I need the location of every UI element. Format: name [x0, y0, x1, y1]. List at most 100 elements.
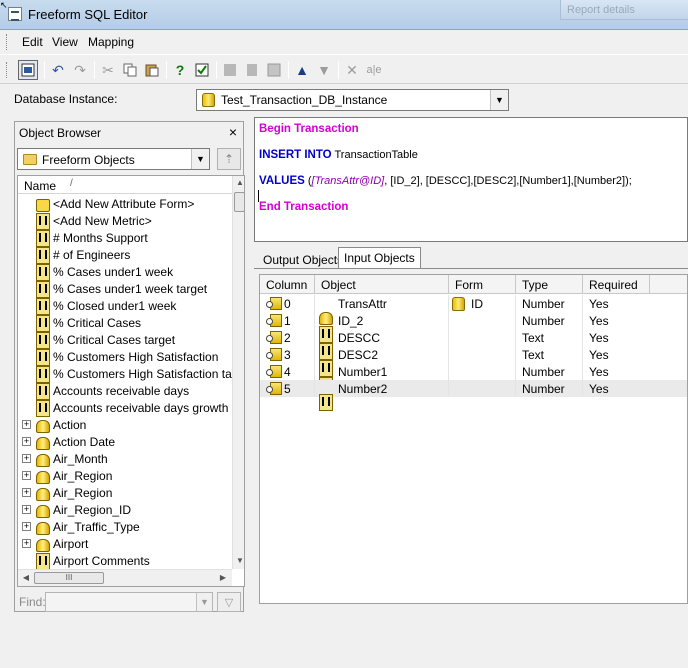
toolbar-separator	[166, 61, 167, 79]
list-item[interactable]: + Action	[18, 416, 232, 433]
list-item[interactable]: Airport Comments	[18, 552, 232, 570]
horizontal-scrollbar[interactable]: ◀ III ▶	[18, 569, 232, 586]
list-item[interactable]: % Critical Cases target	[18, 331, 232, 349]
paste-icon[interactable]	[142, 60, 162, 80]
expand-icon[interactable]: +	[22, 471, 31, 480]
list-item[interactable]: # Months Support	[18, 229, 232, 247]
scroll-up-icon[interactable]: ▲	[233, 178, 244, 187]
list-item[interactable]: # of Engineers	[18, 246, 232, 264]
menu-edit[interactable]: Edit	[22, 35, 43, 49]
column-index: 4	[284, 365, 291, 379]
list-item[interactable]: % Customers High Satisfaction	[18, 348, 232, 366]
form-header[interactable]: Form	[449, 275, 516, 294]
metric-icon	[35, 247, 50, 264]
chevron-down-icon[interactable]: ▼	[191, 149, 209, 169]
table-row[interactable]: 2 DESCC Text Yes	[260, 329, 687, 360]
folder-select-value: Freeform Objects	[42, 153, 135, 167]
expand-icon[interactable]: +	[22, 454, 31, 463]
move-up-icon[interactable]: ▲	[292, 60, 312, 80]
type-cell: Number	[522, 382, 565, 396]
list-item[interactable]: % Customers High Satisfaction ta	[18, 365, 232, 383]
list-item[interactable]: + Air_Traffic_Type	[18, 518, 232, 535]
list-item[interactable]: Accounts receivable days	[18, 382, 232, 400]
database-instance-value: Test_Transaction_DB_Instance	[221, 93, 388, 107]
table-row[interactable]: 0 TransAttr ID Number Yes	[260, 295, 687, 325]
list-item[interactable]: + Air_Month	[18, 450, 232, 467]
chevron-down-icon[interactable]: ▼	[196, 593, 212, 611]
table-row[interactable]: 3 DESC2 Text Yes	[260, 346, 687, 377]
toolbar-separator	[44, 61, 45, 79]
insert-page-icon[interactable]	[242, 60, 262, 80]
cell-divider	[515, 380, 516, 397]
list-item[interactable]: % Closed under1 week	[18, 297, 232, 315]
rename-icon[interactable]: a|e	[364, 60, 384, 80]
list-item-label: Airport Comments	[53, 554, 150, 568]
scroll-right-icon[interactable]: ▶	[216, 573, 230, 582]
help-icon[interactable]: ?	[170, 60, 190, 80]
expand-icon[interactable]: +	[22, 522, 31, 531]
window-title: Freeform SQL Editor	[28, 7, 148, 22]
list-item[interactable]: <Add New Metric>	[18, 212, 232, 230]
list-item[interactable]: % Critical Cases	[18, 314, 232, 332]
database-icon	[202, 93, 215, 107]
table-row[interactable]: 5 Number2 Number Yes	[260, 380, 687, 411]
sql-end-transaction: End Transaction	[259, 201, 349, 213]
cell-divider	[582, 312, 583, 329]
copy-icon[interactable]	[120, 60, 140, 80]
scroll-down-icon[interactable]: ▼	[233, 556, 244, 565]
expand-icon[interactable]: +	[22, 505, 31, 514]
menu-view[interactable]: View	[52, 35, 78, 49]
list-item[interactable]: + Action Date	[18, 433, 232, 450]
folder-up-icon[interactable]: ⇡	[217, 148, 241, 170]
name-column-header[interactable]: Name	[24, 179, 56, 193]
close-icon[interactable]: ×	[229, 124, 237, 140]
cell-divider	[448, 363, 449, 380]
type-header[interactable]: Type	[516, 275, 583, 294]
required-header[interactable]: Required	[583, 275, 650, 294]
expand-icon[interactable]: +	[22, 539, 31, 548]
column-header[interactable]: Column	[260, 275, 315, 294]
table-row[interactable]: 1 ID_2 Number Yes	[260, 312, 687, 343]
vertical-scrollbar[interactable]: ▲ ▼	[232, 176, 244, 569]
list-item[interactable]: + Air_Region	[18, 484, 232, 501]
undo-icon[interactable]: ↶	[48, 60, 68, 80]
filter-icon[interactable]: ▽	[217, 592, 241, 612]
input-objects-grid: Column Object Form Type Required 0 TransA…	[259, 274, 688, 604]
chevron-down-icon[interactable]: ▼	[490, 90, 508, 110]
list-item[interactable]: + Air_Region_ID	[18, 501, 232, 518]
list-item[interactable]: % Cases under1 week	[18, 263, 232, 281]
list-item[interactable]: Accounts receivable days growth	[18, 399, 232, 417]
list-item[interactable]: % Cases under1 week target	[18, 280, 232, 298]
cell-divider	[314, 363, 315, 380]
database-instance-label: Database Instance:	[14, 92, 118, 106]
scroll-left-icon[interactable]: ◀	[19, 573, 33, 582]
expand-icon[interactable]: +	[22, 488, 31, 497]
insert-icon[interactable]	[220, 60, 240, 80]
print-preview-icon[interactable]	[18, 60, 38, 80]
menu-mapping[interactable]: Mapping	[88, 35, 134, 49]
tab-input-objects[interactable]: Input Objects	[338, 247, 421, 269]
background-window-title: Report details	[560, 0, 688, 20]
folder-select[interactable]: Freeform Objects ▼	[17, 148, 210, 170]
find-input[interactable]: ▼	[45, 592, 213, 612]
delete-icon[interactable]: ✕	[342, 60, 362, 80]
database-instance-select[interactable]: Test_Transaction_DB_Instance ▼	[196, 89, 509, 111]
validate-icon[interactable]	[192, 60, 212, 80]
scrollbar-thumb[interactable]: III	[34, 572, 104, 584]
tab-output-objects[interactable]: Output Objects	[257, 249, 349, 269]
move-down-icon[interactable]: ▼	[314, 60, 334, 80]
expand-icon[interactable]: +	[22, 437, 31, 446]
list-item[interactable]: <Add New Attribute Form>	[18, 195, 232, 212]
cut-icon[interactable]: ✂	[98, 60, 118, 80]
object-header[interactable]: Object	[315, 275, 449, 294]
scrollbar-thumb[interactable]	[234, 192, 244, 212]
table-row[interactable]: 4 Number1 Number Yes	[260, 363, 687, 394]
list-item[interactable]: + Airport	[18, 535, 232, 552]
list-item[interactable]: + Air_Region	[18, 467, 232, 484]
sql-editor[interactable]: Begin Transaction INSERT INTO Transactio…	[254, 117, 688, 242]
list-item-label: Accounts receivable days	[53, 384, 190, 398]
redo-icon[interactable]: ↷	[70, 60, 90, 80]
expand-icon[interactable]: +	[22, 420, 31, 429]
list-header[interactable]: Name /	[18, 176, 232, 194]
properties-icon[interactable]	[264, 60, 284, 80]
